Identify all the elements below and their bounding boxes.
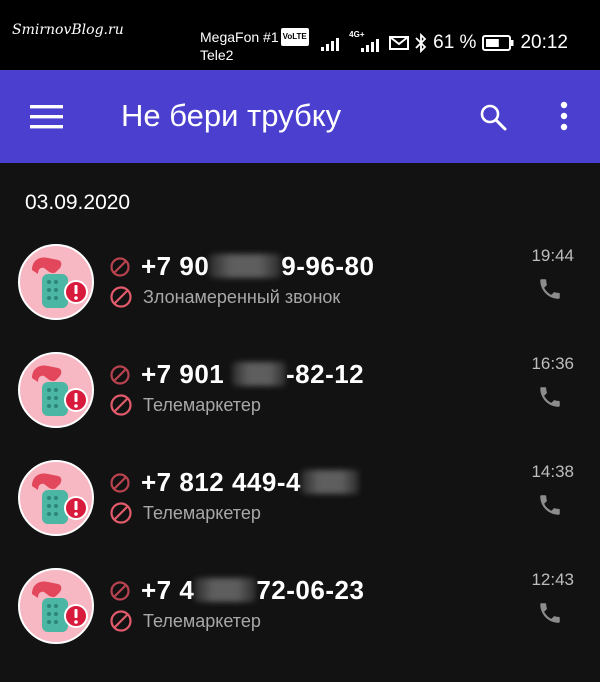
battery-percent: 61 % <box>433 32 477 53</box>
phone-number: +7 4 72-06-23 <box>141 575 365 605</box>
redacted-digits <box>194 578 257 602</box>
mail-icon <box>389 36 410 50</box>
carrier-info: MegaFon #1 VoLTE Tele2 <box>200 28 309 64</box>
call-time: 16:36 <box>531 354 574 373</box>
call-category: Злонамеренный звонок <box>143 287 341 307</box>
blocked-phone-avatar-icon <box>18 352 94 428</box>
app-bar: Не бери трубку <box>0 70 600 163</box>
call-time: 12:43 <box>531 570 574 589</box>
call-time: 19:44 <box>531 246 574 265</box>
block-icon <box>110 257 130 277</box>
signal-icon <box>321 38 340 51</box>
call-time: 14:38 <box>531 462 574 481</box>
call-button-phone-icon[interactable] <box>537 600 563 626</box>
volte-badge: VoLTE <box>280 28 309 46</box>
page-title: Не бери трубку <box>121 98 342 133</box>
blocked-phone-avatar-icon <box>18 244 94 320</box>
redacted-digits <box>209 254 282 278</box>
call-row[interactable]: +7 812 449-4 Телемаркетер 14:38 <box>0 446 600 554</box>
hamburger-menu-icon <box>30 105 63 129</box>
phone-number: +7 901 -82-12 <box>141 359 365 389</box>
call-category: Телемаркетер <box>143 503 261 523</box>
block-icon <box>110 394 132 416</box>
block-icon <box>110 365 130 385</box>
call-button-phone-icon[interactable] <box>537 276 563 302</box>
call-row[interactable]: +7 90 9-96-80 Злонамеренный звонок 19:44 <box>0 230 600 338</box>
call-row[interactable]: +7 4 72-06-23 Телемаркетер 12:43 <box>0 554 600 662</box>
carrier-2: Tele2 <box>200 47 234 63</box>
more-options-button[interactable] <box>554 100 574 134</box>
battery-icon <box>482 35 514 51</box>
block-icon <box>110 581 130 601</box>
carrier-1: MegaFon #1 <box>200 29 279 45</box>
block-icon <box>110 502 132 524</box>
call-category: Телемаркетер <box>143 611 261 631</box>
search-button[interactable] <box>478 102 508 132</box>
search-icon <box>480 104 507 131</box>
blocked-phone-avatar-icon <box>18 568 94 644</box>
redacted-digits <box>231 362 286 386</box>
date-header: 03.09.2020 <box>25 191 131 214</box>
redacted-digits <box>300 470 359 494</box>
signal-4g-icon: 4G+ <box>349 30 383 52</box>
phone-number: +7 812 449-4 <box>141 467 359 498</box>
call-category: Телемаркетер <box>143 395 261 415</box>
bluetooth-icon <box>415 33 427 53</box>
call-list: +7 909-96-80 Злонамеренный звонок 19:44 <box>0 230 600 662</box>
block-icon <box>110 473 130 493</box>
menu-button[interactable] <box>30 104 64 130</box>
call-button-phone-icon[interactable] <box>537 492 563 518</box>
blocked-phone-avatar-icon <box>18 460 94 536</box>
block-icon <box>110 286 132 308</box>
phone-number: +7 90 9-96-80 <box>141 251 375 281</box>
status-icons: 4G+ 61 % 20:12 <box>321 30 568 54</box>
block-icon <box>110 610 132 632</box>
more-vertical-icon <box>560 101 568 131</box>
watermark: SmirnovBlog.ru <box>12 22 124 38</box>
call-button-phone-icon[interactable] <box>537 384 563 410</box>
clock: 20:12 <box>520 32 568 53</box>
status-bar: SmirnovBlog.ru MegaFon #1 VoLTE Tele2 4G+ <box>0 0 600 70</box>
call-row[interactable]: +7 901 -82-12 Телемаркетер 16:36 <box>0 338 600 446</box>
